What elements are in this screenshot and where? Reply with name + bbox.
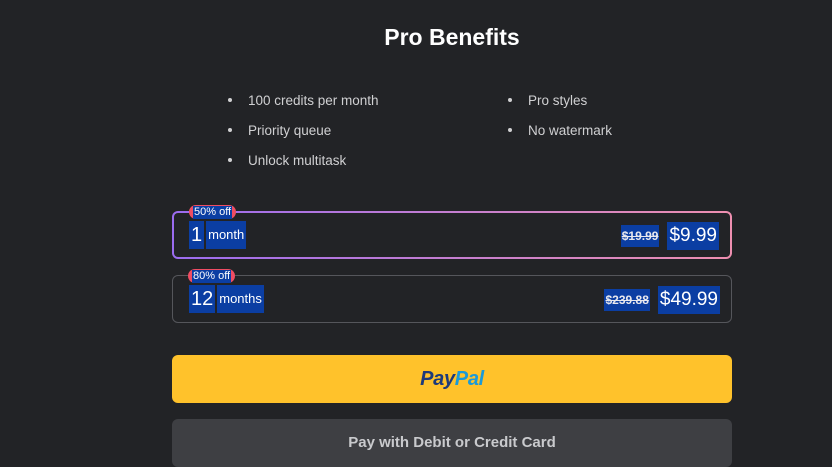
bullet-icon — [228, 128, 232, 132]
benefit-label: Pro styles — [528, 92, 588, 108]
benefit-item: Priority queue — [225, 121, 505, 139]
original-price: $239.88 — [604, 289, 650, 311]
benefit-label: No watermark — [528, 122, 613, 138]
benefit-label: Priority queue — [248, 122, 332, 138]
discount-badge-label: 50% off — [193, 205, 233, 219]
plan-duration: 1 month — [189, 221, 247, 249]
paypal-logo-pal: Pal — [454, 367, 484, 390]
bullet-icon — [508, 98, 512, 102]
plan-duration: 12 months — [189, 285, 264, 313]
discounted-price: $9.99 — [667, 222, 719, 250]
duration-number: 1 — [189, 221, 205, 249]
original-price: $19.99 — [620, 225, 660, 247]
duration-number: 12 — [189, 285, 216, 313]
page-title: Pro Benefits — [384, 24, 520, 50]
discount-badge: 50% off — [189, 205, 237, 219]
paypal-logo: PayPal — [420, 368, 484, 391]
benefit-item: 100 credits per month — [225, 91, 505, 109]
duration-unit: months — [217, 285, 264, 313]
bullet-icon — [508, 128, 512, 132]
discount-badge: 80% off — [188, 269, 236, 283]
benefit-label: Unlock multitask — [248, 152, 347, 168]
paypal-logo-pay: Pay — [420, 367, 455, 390]
plan-option-12-months[interactable]: 80% off 12 months $239.88 $49.99 — [172, 269, 732, 323]
benefit-item: Pro styles — [505, 91, 705, 109]
duration-unit: month — [206, 221, 247, 249]
pay-with-card-button[interactable]: Pay with Debit or Credit Card — [172, 419, 732, 467]
paypal-button[interactable]: PayPal — [172, 355, 732, 403]
benefit-label: 100 credits per month — [248, 92, 379, 108]
discounted-price: $49.99 — [657, 286, 720, 314]
bullet-icon — [228, 98, 232, 102]
benefit-item: No watermark — [505, 121, 705, 139]
benefits-list: 100 credits per month Pro styles Priorit… — [225, 91, 705, 169]
bullet-icon — [228, 158, 232, 162]
benefit-item: Unlock multitask — [225, 151, 505, 169]
plan-prices: $19.99 $9.99 — [620, 222, 719, 250]
plan-prices: $239.88 $49.99 — [604, 286, 720, 314]
plan-option-1-month[interactable]: 50% off 1 month $19.99 $9.99 — [172, 205, 732, 259]
discount-badge-label: 80% off — [192, 269, 232, 283]
